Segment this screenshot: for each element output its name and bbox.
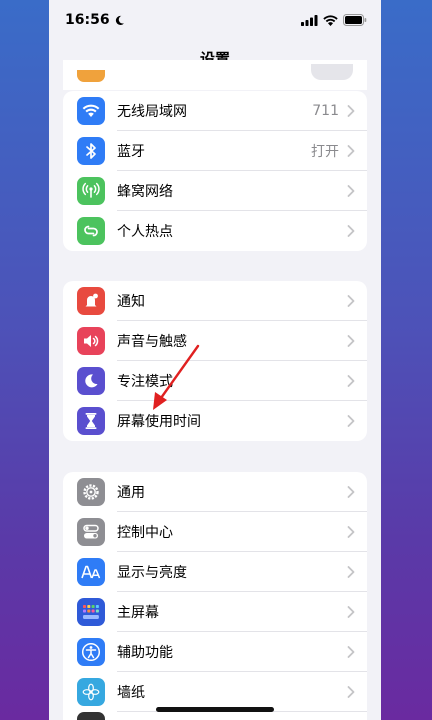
home-indicator[interactable] (156, 707, 274, 712)
annotation-arrow-icon (153, 344, 200, 410)
settings-screen: 16:56 设置 无线局域网 711 蓝牙 打开 蜂窝网络 个人热点 通知 声音… (49, 0, 381, 720)
